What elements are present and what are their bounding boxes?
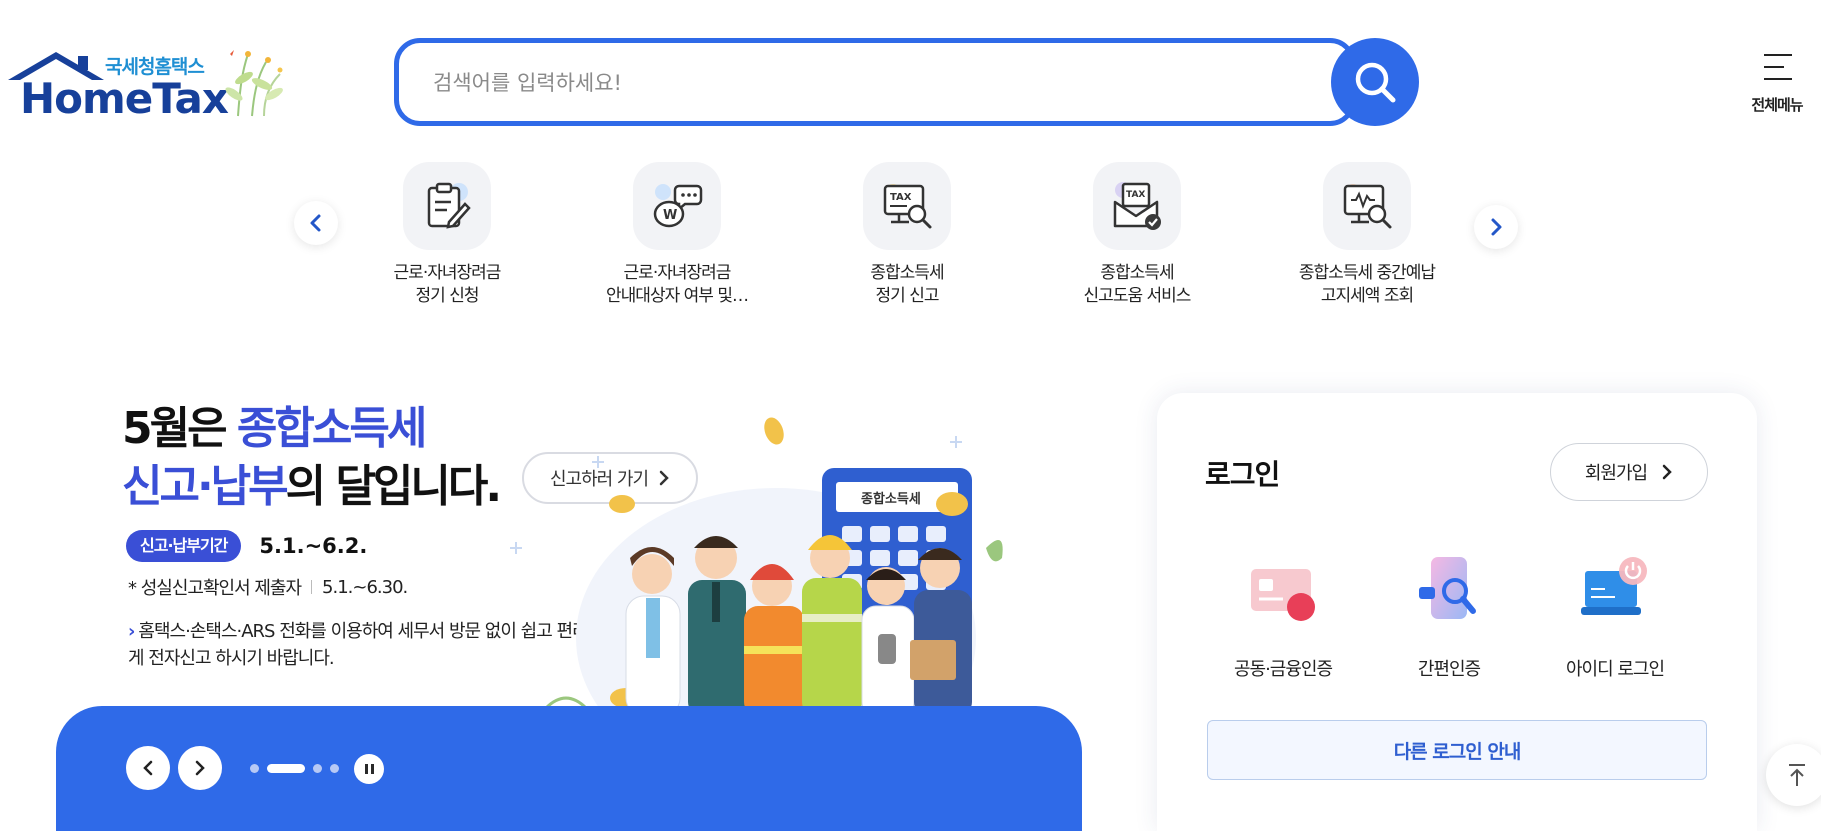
search-button[interactable] <box>1331 38 1419 126</box>
certificate-card-icon <box>1243 553 1323 633</box>
taxpayers-illustration: 종합소득세 <box>510 417 1003 748</box>
service-item-2[interactable]: W 근로·자녀장려금안내대상자 여부 및… <box>587 162 767 308</box>
chevron-right-icon <box>1662 464 1672 480</box>
chevron-left-icon <box>310 214 321 232</box>
laptop-power-icon <box>1575 553 1655 633</box>
login-option-label: 공동·금융인증 <box>1233 659 1333 680</box>
login-title: 로그인 <box>1205 458 1280 491</box>
won-monitor-search-icon <box>1323 162 1411 250</box>
services-next-button[interactable] <box>1474 205 1518 249</box>
divider <box>311 580 313 594</box>
search-input[interactable] <box>433 63 1293 103</box>
arrow-up-icon <box>1789 764 1805 786</box>
all-menu-label: 전체메뉴 <box>1751 96 1803 114</box>
chevron-right-icon <box>1491 218 1502 236</box>
service-label-line1: 종합소득세 <box>870 263 944 283</box>
slide-dot-active[interactable] <box>267 764 305 773</box>
service-label-line2: 신고도움 서비스 <box>1083 286 1192 306</box>
period-badge: 신고·납부기간 <box>126 530 242 562</box>
banner-next-button[interactable] <box>178 746 222 790</box>
bullet-arrow-icon: › <box>128 621 135 642</box>
service-item-1[interactable]: 근로·자녀장려금정기 신청 <box>357 162 537 308</box>
chevron-right-icon <box>195 760 205 776</box>
svg-text:TAX: TAX <box>1126 190 1145 200</box>
service-label-line1: 종합소득세 <box>1100 263 1174 283</box>
plant-decoration-icon <box>225 50 283 117</box>
service-label-line2: 정기 신고 <box>875 286 940 306</box>
headline-part: 의 달입니다. <box>285 461 502 512</box>
hamburger-icon <box>1764 54 1792 80</box>
clipboard-pen-icon <box>403 162 491 250</box>
search-box <box>394 38 1356 126</box>
slide-indicator <box>250 764 339 773</box>
service-label-line2: 정기 신청 <box>415 286 480 306</box>
confirmation-period: * 성실신고확인서 제출자 5.1.~6.30. <box>128 574 408 600</box>
scroll-to-top-button[interactable] <box>1766 744 1821 806</box>
tax-envelope-check-icon: TAX <box>1093 162 1181 250</box>
service-label-line1: 근로·자녀장려금 <box>393 263 502 283</box>
pause-icon <box>364 764 368 774</box>
banner-headline: 5월은 종합소득세 신고·납부의 달입니다. <box>122 400 502 516</box>
login-option-id[interactable]: 아이디 로그인 <box>1535 553 1695 681</box>
search-icon <box>1355 62 1396 103</box>
service-item-3[interactable]: TAX 종합소득세정기 신고 <box>817 162 997 308</box>
service-item-4[interactable]: TAX 종합소득세신고도움 서비스 <box>1047 162 1227 308</box>
login-card: 로그인 회원가입 공동·금융인증 간편인증 아이디 로그인 다른 로그인 안내 <box>1157 393 1757 831</box>
headline-highlight: 종합소득세 <box>236 403 427 454</box>
phone-search-icon <box>1409 553 1489 633</box>
service-label-line1: 근로·자녀장려금 <box>623 263 732 283</box>
confirmation-label: * 성실신고확인서 제출자 <box>128 578 302 599</box>
pause-icon <box>370 764 374 774</box>
service-label-line2: 안내대상자 여부 및… <box>606 286 749 306</box>
tax-monitor-search-icon: TAX <box>863 162 951 250</box>
hometax-logo[interactable]: 국세청홈택스 HomeTax <box>6 46 286 123</box>
logo-title: HomeTax <box>20 74 229 123</box>
filing-period: 신고·납부기간 5.1.~6.2. <box>126 530 367 562</box>
piggy-bank-chat-icon: W <box>633 162 721 250</box>
calculator-label: 종합소득세 <box>861 491 921 507</box>
service-label-line1: 종합소득세 중간예납 <box>1298 263 1436 283</box>
slide-dot[interactable] <box>330 764 339 773</box>
login-option-simple[interactable]: 간편인증 <box>1369 553 1529 681</box>
services-prev-button[interactable] <box>294 201 338 245</box>
slide-dot[interactable] <box>313 764 322 773</box>
main-banner: 5월은 종합소득세 신고·납부의 달입니다. 신고하러 가기 신고·납부기간 5… <box>56 380 1082 831</box>
slide-dot[interactable] <box>250 764 259 773</box>
period-value: 5.1.~6.2. <box>259 534 368 558</box>
service-label-line2: 고지세액 조회 <box>1320 286 1414 306</box>
service-item-5[interactable]: 종합소득세 중간예납고지세액 조회 <box>1277 162 1457 308</box>
join-label: 회원가입 <box>1584 463 1648 484</box>
banner-prev-button[interactable] <box>126 746 170 790</box>
svg-text:W: W <box>663 208 677 223</box>
banner-pause-button[interactable] <box>354 754 384 784</box>
login-option-label: 간편인증 <box>1417 659 1481 680</box>
svg-text:TAX: TAX <box>890 192 912 203</box>
headline-part: 5월은 <box>122 403 237 454</box>
join-button[interactable]: 회원가입 <box>1550 443 1708 501</box>
other-login-guide-button[interactable]: 다른 로그인 안내 <box>1207 720 1707 780</box>
all-menu-button[interactable]: 전체메뉴 <box>1741 48 1813 120</box>
chevron-left-icon <box>143 760 153 776</box>
confirmation-value: 5.1.~6.30. <box>322 576 408 598</box>
headline-highlight: 신고·납부 <box>122 461 289 512</box>
login-option-label: 아이디 로그인 <box>1565 659 1665 680</box>
login-option-certificate[interactable]: 공동·금융인증 <box>1203 553 1363 681</box>
